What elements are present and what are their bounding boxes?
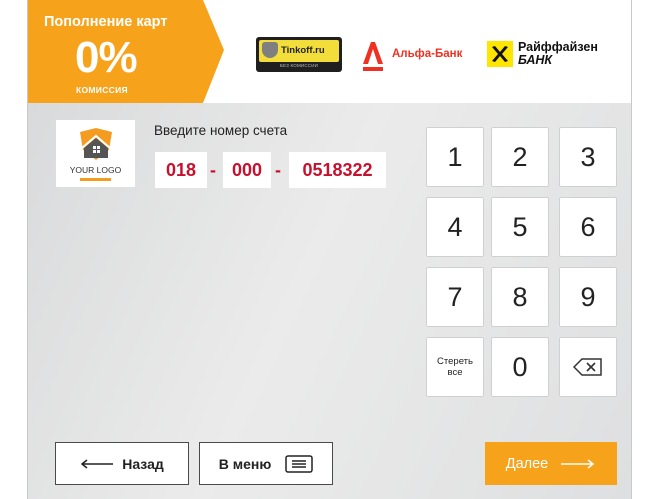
- keypad-key-4[interactable]: 4: [426, 197, 484, 257]
- raiffeisen-cross-icon: [487, 41, 513, 67]
- account-field-part-1[interactable]: 018: [155, 152, 207, 188]
- logo-underline: [80, 178, 111, 181]
- promo-percent: 0%: [75, 33, 138, 82]
- clear-all-label-line2: все: [447, 367, 463, 378]
- account-prompt: Введите номер счета: [154, 123, 288, 138]
- account-separator-1: -: [210, 160, 216, 180]
- arrow-left-icon: [81, 458, 114, 469]
- keypad-key-9[interactable]: 9: [559, 267, 617, 327]
- clear-all-button[interactable]: Стереть все: [426, 337, 484, 397]
- clear-all-label-line1: Стереть: [437, 356, 473, 367]
- keypad-key-1[interactable]: 1: [426, 127, 484, 187]
- next-button-label: Далее: [505, 455, 549, 472]
- arrow-right-icon: [561, 458, 595, 469]
- house-logo-icon: [80, 128, 112, 160]
- backspace-button[interactable]: [559, 337, 617, 397]
- keypad-key-6[interactable]: 6: [559, 197, 617, 257]
- your-logo-card: YOUR LOGO: [56, 120, 135, 187]
- back-button-label: Назад: [122, 455, 164, 472]
- keypad-key-8[interactable]: 8: [491, 267, 549, 327]
- alfa-bank-a-icon: [363, 42, 383, 71]
- keypad-key-3[interactable]: 3: [559, 127, 617, 187]
- backspace-icon: [573, 358, 602, 376]
- tinkoff-shield-icon: [262, 42, 278, 58]
- account-field-part-2[interactable]: 000: [223, 152, 271, 188]
- menu-button-label: В меню: [218, 455, 272, 472]
- next-button[interactable]: Далее: [485, 442, 617, 485]
- promo-subtitle: КОМИССИЯ: [76, 85, 128, 95]
- account-separator-2: -: [275, 160, 281, 180]
- keypad-key-5[interactable]: 5: [491, 197, 549, 257]
- tinkoff-name: Tinkoff.ru: [281, 45, 325, 56]
- promo-banner: Пополнение карт 0% КОМИССИЯ: [28, 0, 224, 103]
- account-field-part-3[interactable]: 0518322: [289, 152, 386, 188]
- alfa-bank-name: Альфа-Банк: [392, 48, 463, 60]
- keypad-key-7[interactable]: 7: [426, 267, 484, 327]
- tinkoff-subtitle: БЕЗ КОМИССИИ: [279, 63, 319, 68]
- raiffeisen-name: Райффайзен БАНК: [518, 41, 598, 67]
- menu-list-icon: [285, 454, 314, 473]
- tinkoff-logo: Tinkoff.ru БЕЗ КОМИССИИ: [256, 37, 342, 72]
- keypad-key-2[interactable]: 2: [491, 127, 549, 187]
- keypad-key-0[interactable]: 0: [491, 337, 549, 397]
- raiffeisen-name-line2: БАНК: [518, 53, 553, 67]
- menu-button[interactable]: В меню: [199, 442, 333, 485]
- back-button[interactable]: Назад: [55, 442, 189, 485]
- your-logo-text: YOUR LOGO: [69, 165, 122, 175]
- promo-title: Пополнение карт: [44, 14, 168, 30]
